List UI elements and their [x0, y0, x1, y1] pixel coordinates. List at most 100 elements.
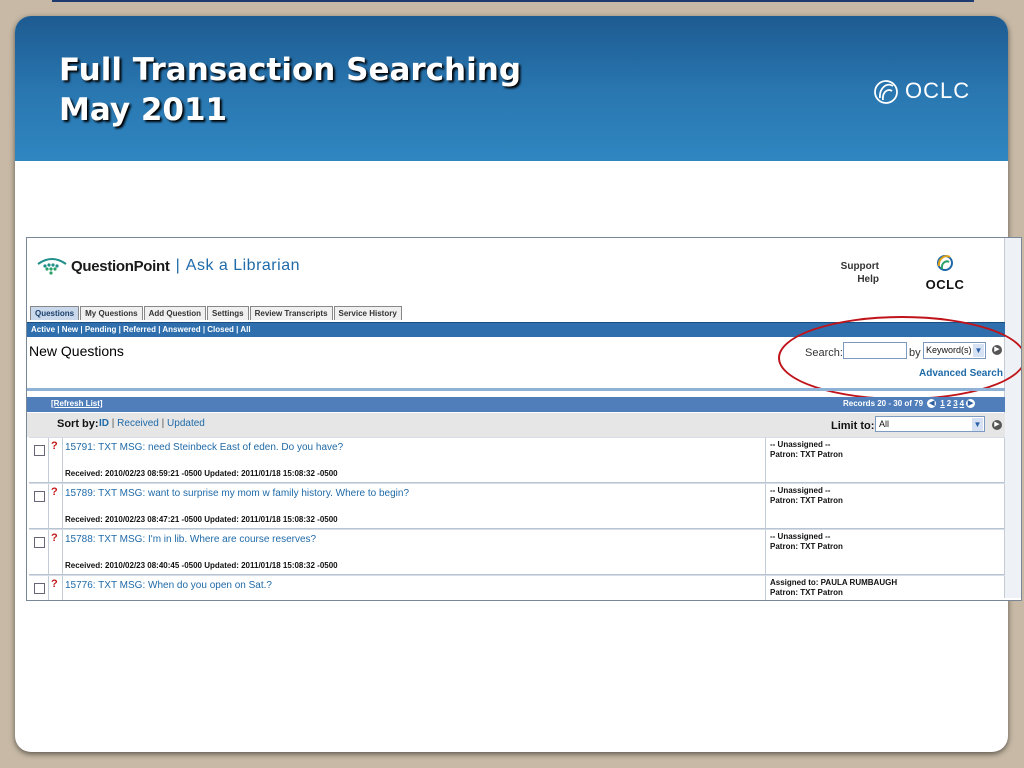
tab-service-history[interactable]: Service History	[333, 306, 402, 320]
next-page-icon[interactable]: ▶	[966, 399, 976, 409]
sort-by-label: Sort by:	[57, 418, 99, 430]
list-toolbar: [Refresh List] Records 20 - 30 of 79 ◀ 1 2…	[27, 397, 1005, 412]
chevron-down-icon: ▼	[973, 344, 984, 357]
vertical-scrollbar[interactable]	[1004, 238, 1021, 598]
assignment-cell: -- Unassigned -- Patron: TXT Patron	[765, 438, 1006, 482]
slide-title: Full Transaction Searching May 2011	[59, 50, 521, 130]
row-checkbox[interactable]	[34, 537, 45, 548]
page-link-3[interactable]: 3	[953, 399, 957, 408]
questionpoint-logo[interactable]: QuestionPoint | Ask a Librarian	[37, 256, 300, 276]
oclc-logo-icon	[874, 80, 898, 104]
brand-divider: |	[175, 257, 180, 274]
table-row[interactable]: ? 15776: TXT MSG: When do you open on Sa…	[29, 575, 1006, 600]
limit-to-label: Limit to:	[831, 420, 875, 432]
checkbox-cell	[29, 484, 49, 528]
help-link[interactable]: Help	[817, 273, 879, 286]
assignment-cell: -- Unassigned -- Patron: TXT Patron	[765, 530, 1006, 574]
tab-review-transcripts[interactable]: Review Transcripts	[249, 306, 333, 320]
question-flag-icon: ?	[51, 486, 58, 498]
slide-title-line-1: Full Transaction Searching	[59, 52, 522, 88]
oclc-header-logo: OCLC	[871, 74, 981, 108]
row-checkbox[interactable]	[34, 491, 45, 502]
table-row[interactable]: ? 15788: TXT MSG: I'm in lib. Where are …	[29, 529, 1005, 575]
sort-bar: Sort by: ID | Received | Updated Limit t…	[27, 413, 1005, 437]
flag-cell: ?	[48, 530, 63, 574]
support-link[interactable]: Support	[817, 260, 879, 273]
question-subject-link[interactable]: 15791: TXT MSG: need Steinbeck East of e…	[65, 442, 343, 453]
assignment-cell: Assigned to: PAULA RUMBAUGH Patron: TXT …	[765, 576, 1006, 600]
sort-separator: |	[111, 418, 115, 429]
row-checkbox[interactable]	[34, 583, 45, 594]
tab-my-questions[interactable]: My Questions	[80, 306, 143, 320]
status-filter-links[interactable]: Active | New | Pending | Referred | Answ…	[27, 323, 1005, 334]
search-go-icon[interactable]: ▶	[992, 345, 1002, 355]
oclc-logo-text: OCLC	[905, 78, 971, 103]
patron-name: Patron: TXT Patron	[770, 496, 843, 505]
refresh-list-link[interactable]: [Refresh List]	[51, 399, 103, 408]
question-flag-icon: ?	[51, 578, 58, 590]
table-row[interactable]: ? 15789: TXT MSG: want to surprise my mo…	[29, 483, 1005, 529]
flag-cell: ?	[48, 438, 63, 482]
question-subject-link[interactable]: 15788: TXT MSG: I'm in lib. Where are co…	[65, 534, 316, 545]
sort-separator: |	[161, 418, 165, 429]
sort-id-link[interactable]: ID	[99, 418, 109, 429]
flag-cell: ?	[48, 484, 63, 528]
questionpoint-brand: QuestionPoint	[71, 257, 170, 275]
oclc-logo-icon	[937, 255, 953, 271]
page-current-2: 2	[946, 399, 952, 408]
questionpoint-screenshot: QuestionPoint | Ask a Librarian Support …	[26, 237, 1022, 601]
assignment-status: -- Unassigned --	[770, 486, 831, 495]
search-by-selected: Keyword(s)	[926, 345, 972, 355]
records-pager: Records 20 - 30 of 79 ◀ 1 2 3 4 ▶	[843, 399, 977, 409]
question-flag-icon: ?	[51, 532, 58, 544]
limit-to-selected: All	[879, 419, 890, 429]
divider-bar	[27, 388, 1005, 391]
assignment-status: -- Unassigned --	[770, 440, 831, 449]
flag-cell: ?	[48, 576, 63, 600]
sort-updated-link[interactable]: Updated	[167, 418, 205, 429]
table-row[interactable]: ? 15791: TXT MSG: need Steinbeck East of…	[29, 437, 1005, 483]
question-dates: Received: 2010/02/23 08:47:21 -0500 Upda…	[65, 515, 338, 524]
slide-top-rule	[52, 0, 974, 2]
question-dates: Received: 2010/02/23 08:59:21 -0500 Upda…	[65, 469, 338, 478]
slide-title-line-2: May 2011	[59, 92, 228, 128]
slide-header: Full Transaction Searching May 2011 OCLC	[15, 16, 1008, 161]
question-subject-link[interactable]: 15776: TXT MSG: When do you open on Sat.…	[65, 580, 272, 591]
limit-to-select[interactable]: All ▼	[875, 416, 985, 432]
question-list: ? 15791: TXT MSG: need Steinbeck East of…	[29, 437, 1006, 600]
assignment-cell: -- Unassigned -- Patron: TXT Patron	[765, 484, 1006, 528]
search-input[interactable]	[843, 342, 907, 359]
checkbox-cell	[29, 438, 49, 482]
advanced-search-link[interactable]: Advanced Search	[919, 368, 1003, 379]
search-by-select[interactable]: Keyword(s) ▼	[923, 342, 986, 359]
checkbox-cell	[29, 530, 49, 574]
question-subject-link[interactable]: 15789: TXT MSG: want to surprise my mom …	[65, 488, 409, 499]
patron-name: Patron: TXT Patron	[770, 450, 843, 459]
row-checkbox[interactable]	[34, 445, 45, 456]
sort-received-link[interactable]: Received	[117, 418, 159, 429]
prev-page-icon[interactable]: ◀	[927, 399, 937, 409]
search-label: Search:	[805, 347, 843, 359]
page-link-4[interactable]: 4	[960, 399, 964, 408]
page-heading: New Questions	[29, 343, 124, 359]
page-link-1[interactable]: 1	[940, 399, 944, 408]
tab-settings[interactable]: Settings	[207, 306, 249, 320]
patron-name: Patron: TXT Patron	[770, 542, 843, 551]
tab-questions[interactable]: Questions	[30, 306, 80, 320]
oclc-app-logo: OCLC	[923, 250, 967, 292]
chevron-down-icon: ▼	[972, 418, 983, 431]
records-count: Records 20 - 30 of 79	[843, 399, 924, 408]
questionpoint-logo-icon	[37, 258, 67, 275]
patron-name: Patron: TXT Patron	[770, 588, 843, 597]
assignment-status: Assigned to: PAULA RUMBAUGH	[770, 578, 898, 587]
question-status-subnav: Active | New | Pending | Referred | Answ…	[27, 322, 1005, 337]
main-tabs: Questions My Questions Add Question Sett…	[30, 306, 403, 320]
limit-go-icon[interactable]: ▶	[992, 420, 1002, 430]
question-dates: Received: 2010/02/23 08:40:45 -0500 Upda…	[65, 561, 338, 570]
question-flag-icon: ?	[51, 440, 58, 452]
oclc-app-logo-text: OCLC	[925, 277, 965, 292]
support-help-links: Support Help	[817, 260, 879, 286]
tab-add-question[interactable]: Add Question	[143, 306, 207, 320]
sort-options: ID | Received | Updated	[99, 418, 205, 429]
checkbox-cell	[29, 576, 49, 600]
